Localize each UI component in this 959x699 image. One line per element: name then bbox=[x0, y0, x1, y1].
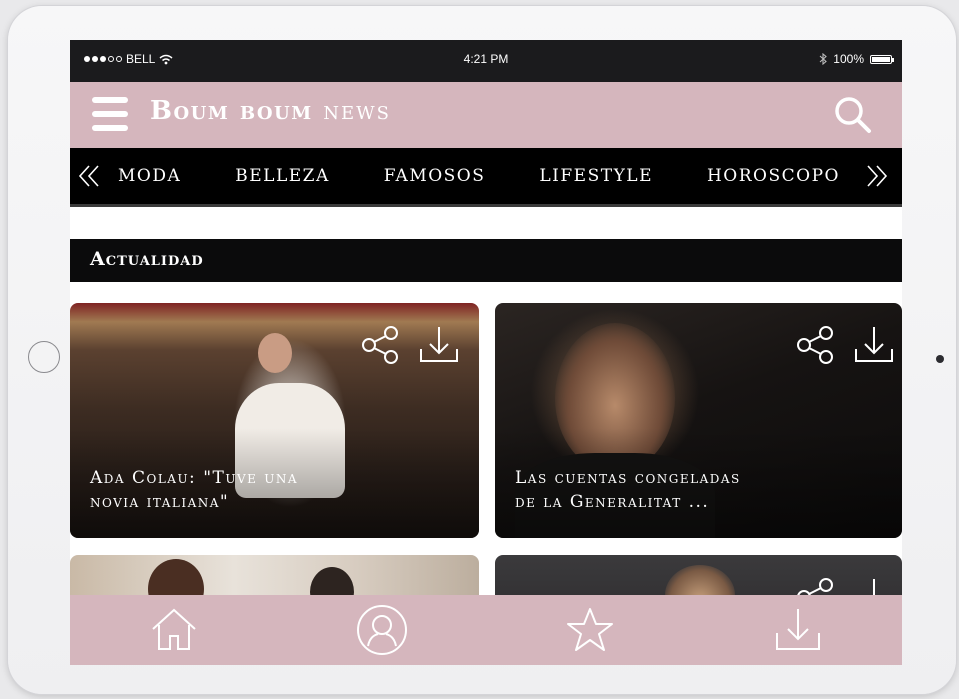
headline-line-1: Ada Colau: "Tuve una bbox=[90, 468, 299, 488]
profile-icon bbox=[357, 605, 407, 655]
app-screen: BELL 4:21 PM 100% Boum boum news MODA BE… bbox=[70, 40, 902, 665]
section-title: Actualidad bbox=[90, 248, 204, 270]
section-header: Actualidad bbox=[70, 239, 902, 282]
headline-line-1: Las cuentas congeladas bbox=[515, 468, 741, 488]
double-chevron-right-icon[interactable] bbox=[864, 161, 890, 191]
brand-title-bold: Boum boum bbox=[150, 96, 313, 126]
card-actions bbox=[359, 323, 461, 367]
category-belleza[interactable]: BELLEZA bbox=[235, 166, 329, 186]
tab-home[interactable] bbox=[146, 602, 202, 658]
bluetooth-icon bbox=[819, 53, 828, 65]
device-home-button[interactable] bbox=[28, 341, 60, 373]
share-icon[interactable] bbox=[359, 323, 403, 367]
download-icon[interactable] bbox=[417, 323, 461, 367]
battery-percent: 100% bbox=[833, 52, 864, 66]
card-actions bbox=[794, 323, 896, 367]
status-right-group: 100% bbox=[819, 52, 894, 66]
share-icon[interactable] bbox=[794, 323, 838, 367]
tab-downloads[interactable] bbox=[770, 602, 826, 658]
star-icon bbox=[567, 608, 613, 651]
double-chevron-left-icon[interactable] bbox=[76, 161, 102, 191]
category-items: MODA BELLEZA FAMOSOS LIFESTYLE HOROSCOPO bbox=[118, 148, 840, 204]
download-icon[interactable] bbox=[852, 323, 896, 367]
category-horoscopo[interactable]: HOROSCOPO bbox=[707, 166, 840, 186]
brand-title[interactable]: Boum boum news bbox=[150, 96, 391, 126]
app-header: Boum boum news bbox=[70, 82, 902, 148]
article-card[interactable]: Ada Colau: "Tuve una novia italiana" bbox=[70, 303, 479, 538]
download-icon bbox=[776, 609, 820, 650]
search-icon[interactable] bbox=[832, 94, 874, 136]
home-icon bbox=[152, 608, 196, 650]
device-camera bbox=[936, 355, 944, 363]
headline-line-2: de la Generalitat ... bbox=[515, 492, 710, 512]
status-bar: BELL 4:21 PM 100% bbox=[70, 40, 902, 82]
category-moda[interactable]: MODA bbox=[118, 166, 181, 186]
bottom-tab-bar bbox=[70, 595, 902, 665]
photo-figure-head bbox=[258, 333, 292, 373]
category-famosos[interactable]: FAMOSOS bbox=[384, 166, 486, 186]
brand-title-light: news bbox=[323, 96, 391, 126]
category-nav: MODA BELLEZA FAMOSOS LIFESTYLE HOROSCOPO bbox=[70, 148, 902, 207]
status-time: 4:21 PM bbox=[463, 52, 509, 66]
battery-icon bbox=[870, 54, 894, 64]
tab-profile[interactable] bbox=[354, 602, 410, 658]
headline-line-2: novia italiana" bbox=[90, 492, 230, 512]
category-lifestyle[interactable]: LIFESTYLE bbox=[539, 166, 653, 186]
tab-favorites[interactable] bbox=[562, 602, 618, 658]
hamburger-icon[interactable] bbox=[92, 97, 128, 131]
article-card[interactable]: Las cuentas congeladas de la Generalitat… bbox=[495, 303, 902, 538]
article-headline: Las cuentas congeladas de la Generalitat… bbox=[515, 466, 862, 514]
article-headline: Ada Colau: "Tuve una novia italiana" bbox=[90, 466, 439, 514]
